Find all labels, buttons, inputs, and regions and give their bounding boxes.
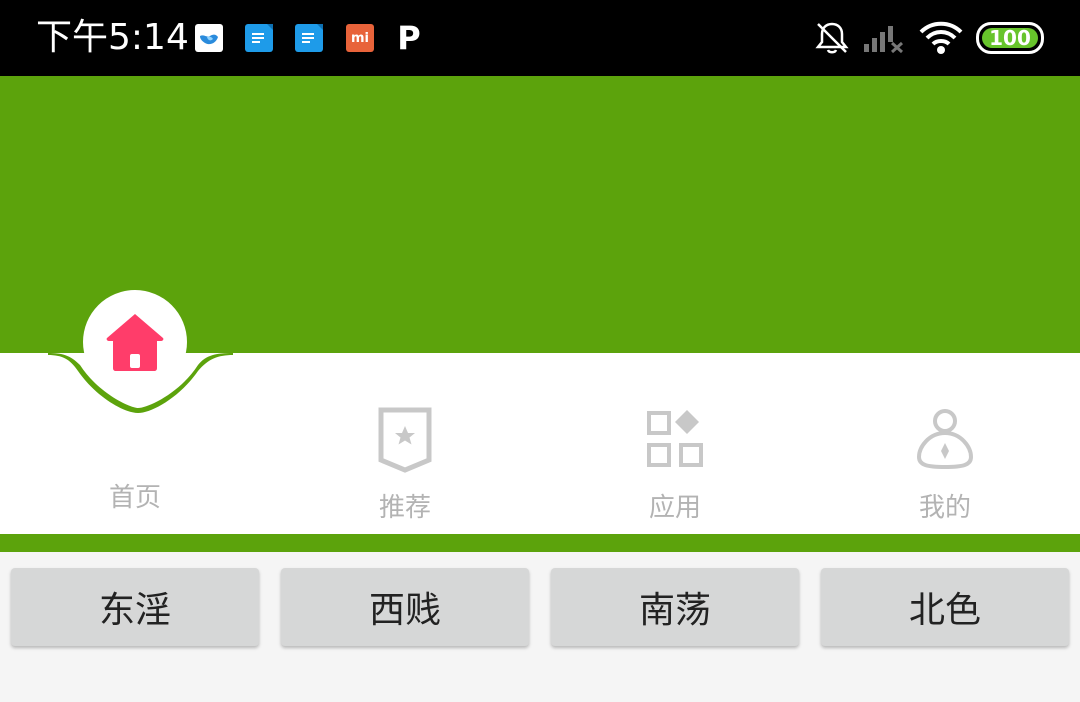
home-icon <box>106 314 164 371</box>
tab-mine[interactable]: 我的 <box>855 395 1035 525</box>
bell-muted-icon <box>815 22 849 54</box>
bird-app-icon <box>195 24 223 52</box>
status-bar: 下午5:14 mi P 100 <box>0 0 1080 76</box>
wifi-icon <box>919 21 963 54</box>
tab-label-home: 首页 <box>108 483 161 513</box>
tab-label-mine: 我的 <box>918 493 971 523</box>
mi-icon: mi <box>346 24 374 52</box>
battery-level: 100 <box>989 26 1031 50</box>
mi-label: mi <box>350 30 369 46</box>
star-badge-icon <box>361 395 449 483</box>
p-label: P <box>397 19 421 57</box>
tab-apps[interactable]: 应用 <box>585 395 765 525</box>
tab-home[interactable] <box>83 290 187 394</box>
person-icon <box>901 395 989 483</box>
battery-indicator: 100 <box>976 22 1044 54</box>
docs-icon <box>245 24 273 52</box>
grid-apps-icon <box>631 395 719 483</box>
battery-fill: 100 <box>982 28 1038 48</box>
button-south[interactable]: 南荡 <box>551 568 799 646</box>
tab-label-recommend: 推荐 <box>378 493 431 523</box>
status-time: 下午5:14 <box>36 17 189 58</box>
button-west[interactable]: 西贱 <box>281 568 529 646</box>
signal-icon <box>864 26 904 54</box>
tab-recommend[interactable]: 推荐 <box>315 395 495 525</box>
tab-label-apps: 应用 <box>648 493 701 523</box>
docs-icon <box>295 24 323 52</box>
divider-strip <box>0 534 1080 552</box>
button-east[interactable]: 东淫 <box>11 568 259 646</box>
button-north[interactable]: 北色 <box>821 568 1069 646</box>
p-app-icon: P <box>395 19 423 57</box>
